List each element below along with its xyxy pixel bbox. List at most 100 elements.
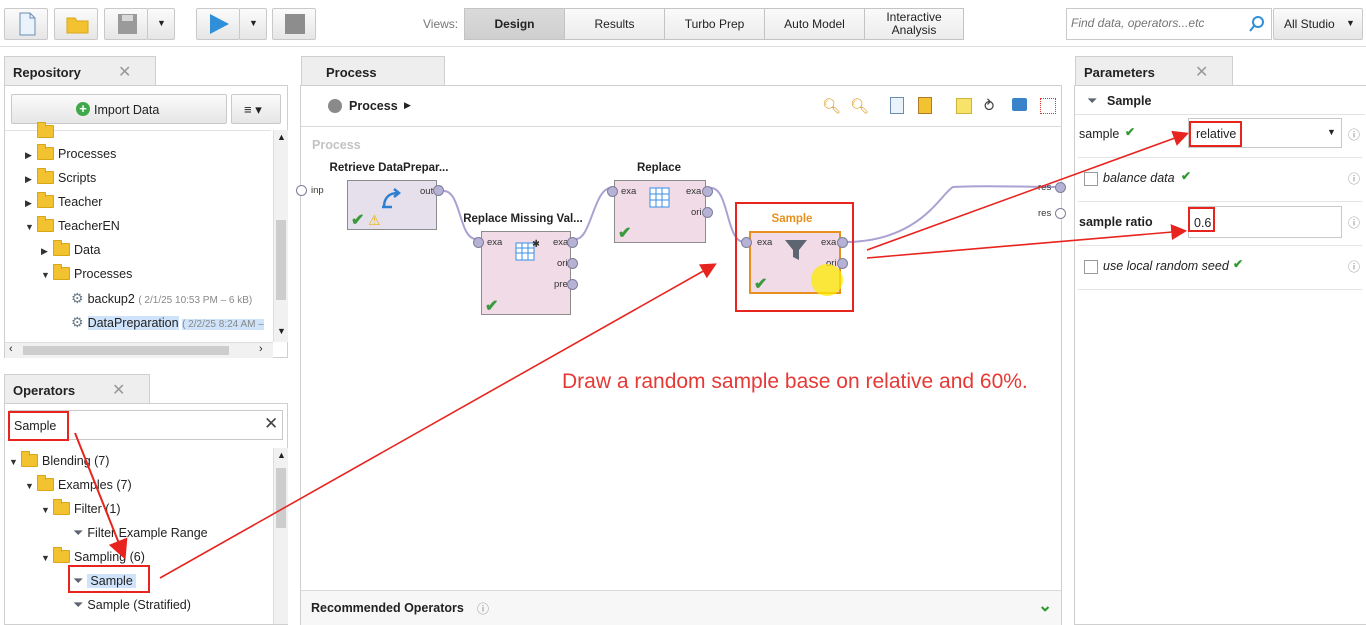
repository-vertical-scrollbar[interactable]: ▲ ▼ bbox=[273, 130, 288, 342]
tree-item-teacher[interactable]: ▶ Teacher bbox=[25, 192, 102, 212]
output-port-exa[interactable] bbox=[567, 237, 578, 248]
tree-item-blending[interactable]: ▼ Blending (7) bbox=[9, 451, 109, 471]
tab-operators[interactable]: Operators ✕ bbox=[4, 374, 150, 404]
clear-search-icon[interactable]: ✕ bbox=[264, 414, 278, 434]
new-process-button[interactable] bbox=[4, 8, 48, 40]
main-toolbar: ▼ ▼ Views: Design Results Turbo Prep Aut… bbox=[0, 0, 1366, 47]
add-note-icon[interactable] bbox=[956, 98, 972, 114]
tree-item-filter[interactable]: ▼ Filter (1) bbox=[41, 499, 121, 519]
operator-retrieve[interactable]: ✔ ⚠ out bbox=[347, 180, 437, 230]
arrange-icon[interactable] bbox=[1012, 98, 1027, 111]
paste-icon[interactable] bbox=[918, 97, 932, 114]
info-icon[interactable]: ⓘ bbox=[1348, 258, 1360, 275]
process-input-port[interactable] bbox=[296, 185, 307, 196]
output-port-exa[interactable] bbox=[702, 186, 713, 197]
tree-item-meta: ( 2/1/25 10:53 PM – 6 kB) bbox=[138, 295, 253, 306]
tree-item-sampling[interactable]: ▼ Sampling (6) bbox=[41, 547, 145, 567]
search-icon[interactable] bbox=[1248, 15, 1266, 33]
info-icon[interactable]: ⓘ bbox=[477, 600, 489, 617]
copy-icon[interactable] bbox=[890, 97, 904, 114]
output-port-pre[interactable] bbox=[567, 279, 578, 290]
collapse-arrow-icon[interactable]: ▼ bbox=[41, 500, 53, 520]
operator-replace-missing-values[interactable]: ✱ exa exa ori pre ✔ bbox=[481, 231, 571, 315]
output-port-ori[interactable] bbox=[702, 207, 713, 218]
input-port-exa[interactable] bbox=[607, 186, 618, 197]
recommended-operators-bar[interactable]: Recommended Operators ⓘ ⌄ bbox=[301, 590, 1061, 625]
tab-parameters[interactable]: Parameters ✕ bbox=[1075, 56, 1233, 86]
tree-item-scripts[interactable]: ▶ Scripts bbox=[25, 168, 96, 188]
input-port-exa[interactable] bbox=[473, 237, 484, 248]
collapse-arrow-icon[interactable]: ▼ bbox=[41, 265, 53, 285]
breadcrumb[interactable]: Process bbox=[349, 99, 398, 113]
close-icon[interactable]: ✕ bbox=[118, 62, 131, 82]
collapse-arrow-icon[interactable]: ▼ bbox=[25, 476, 37, 496]
zoom-in-icon[interactable]: 🔍︎ bbox=[822, 97, 841, 115]
operator-item-sample-stratified[interactable]: ⏷ Sample (Stratified) bbox=[73, 595, 191, 615]
global-search-input[interactable] bbox=[1069, 15, 1243, 31]
open-process-button[interactable] bbox=[54, 8, 98, 40]
recommended-operators-label: Recommended Operators bbox=[311, 601, 464, 615]
port-label-ori: ori bbox=[557, 258, 568, 269]
import-data-button[interactable]: + Import Data bbox=[11, 94, 227, 124]
repository-tab-label: Repository bbox=[13, 65, 81, 80]
tree-item-processes-sub[interactable]: ▼ Processes bbox=[41, 264, 132, 284]
port-label-out: out bbox=[420, 186, 434, 197]
tree-item-processes[interactable]: ▶ Processes bbox=[25, 144, 116, 164]
expand-arrow-icon[interactable]: ▶ bbox=[25, 145, 37, 165]
tree-item-label: Filter Example Range bbox=[87, 526, 208, 540]
collapse-arrow-icon[interactable]: ▼ bbox=[25, 217, 37, 237]
tab-design[interactable]: Design bbox=[464, 8, 565, 40]
tree-item-datapreparation[interactable]: ⚙ DataPreparation ( 2/2/25 8:24 AM – bbox=[71, 312, 271, 332]
expand-arrow-icon[interactable]: ▶ bbox=[25, 169, 37, 189]
zoom-out-icon[interactable]: 🔍︎ bbox=[850, 97, 869, 115]
tab-auto-model[interactable]: Auto Model bbox=[764, 8, 865, 40]
info-icon[interactable]: ⓘ bbox=[1348, 214, 1360, 231]
tree-item-examples[interactable]: ▼ Examples (7) bbox=[25, 475, 132, 495]
folder-icon bbox=[37, 168, 54, 184]
tree-item-data[interactable]: ▶ Data bbox=[41, 240, 100, 260]
stop-icon bbox=[285, 14, 305, 34]
close-icon[interactable]: ✕ bbox=[1195, 62, 1208, 82]
auto-wire-icon[interactable]: ⥁ bbox=[984, 97, 994, 115]
run-options-dropdown[interactable]: ▼ bbox=[239, 8, 267, 40]
info-icon[interactable]: ⓘ bbox=[1348, 126, 1360, 143]
output-port-out[interactable] bbox=[433, 185, 444, 196]
operators-vertical-scrollbar[interactable]: ▲ bbox=[273, 448, 288, 624]
expand-arrow-icon[interactable]: ▶ bbox=[41, 241, 53, 261]
global-search-box[interactable] bbox=[1066, 8, 1272, 40]
retrieve-arrow-icon bbox=[382, 188, 402, 209]
output-port-ori[interactable] bbox=[567, 258, 578, 269]
repository-menu-button[interactable]: ≡ ▾ bbox=[231, 94, 281, 124]
tab-repository[interactable]: Repository ✕ bbox=[4, 56, 156, 86]
repository-horizontal-scrollbar[interactable]: ‹ › bbox=[5, 342, 273, 358]
local-random-seed-checkbox[interactable] bbox=[1084, 260, 1098, 274]
info-icon[interactable]: ⓘ bbox=[1348, 170, 1360, 187]
tree-item-teacheren[interactable]: ▼ TeacherEN bbox=[25, 216, 120, 236]
operator-replace[interactable]: exa exa ori ✔ bbox=[614, 180, 706, 243]
close-icon[interactable]: ✕ bbox=[112, 380, 125, 400]
tab-results[interactable]: Results bbox=[564, 8, 665, 40]
result-port-2[interactable] bbox=[1055, 208, 1066, 219]
collapse-arrow-icon[interactable]: ▼ bbox=[9, 452, 21, 472]
menu-icon: ≡ ▾ bbox=[244, 102, 262, 117]
param-row-balance-data: balance data ✔ ⓘ bbox=[1078, 157, 1362, 202]
save-process-button[interactable] bbox=[104, 8, 148, 40]
stop-process-button[interactable] bbox=[272, 8, 316, 40]
run-process-button[interactable] bbox=[196, 8, 240, 40]
status-check-icon: ✔ bbox=[485, 298, 499, 315]
balance-data-checkbox[interactable] bbox=[1084, 172, 1098, 186]
studio-perspective-dropdown[interactable]: All Studio ▼ bbox=[1273, 8, 1363, 40]
operator-item-filter-example-range[interactable]: ⏷ Filter Example Range bbox=[73, 523, 208, 543]
chevron-down-icon[interactable]: ⌄ bbox=[1038, 596, 1052, 616]
tab-turbo-prep[interactable]: Turbo Prep bbox=[664, 8, 765, 40]
tab-process[interactable]: Process bbox=[301, 56, 445, 86]
grid-icon[interactable] bbox=[1040, 98, 1056, 114]
result-port-1[interactable] bbox=[1055, 182, 1066, 193]
tree-item-backup2[interactable]: ⚙ backup2 ( 2/1/25 10:53 PM – 6 kB) bbox=[71, 288, 252, 308]
tab-interactive-analysis[interactable]: Interactive Analysis bbox=[864, 8, 964, 40]
process-canvas[interactable]: Process inp Retrieve DataPrepar... ✔ ⚠ o… bbox=[296, 127, 1066, 590]
expand-arrow-icon[interactable]: ▶ bbox=[25, 193, 37, 213]
collapse-arrow-icon[interactable]: ▼ bbox=[41, 548, 53, 568]
save-options-dropdown[interactable]: ▼ bbox=[147, 8, 175, 40]
tree-item-label: Sample (Stratified) bbox=[87, 598, 191, 612]
